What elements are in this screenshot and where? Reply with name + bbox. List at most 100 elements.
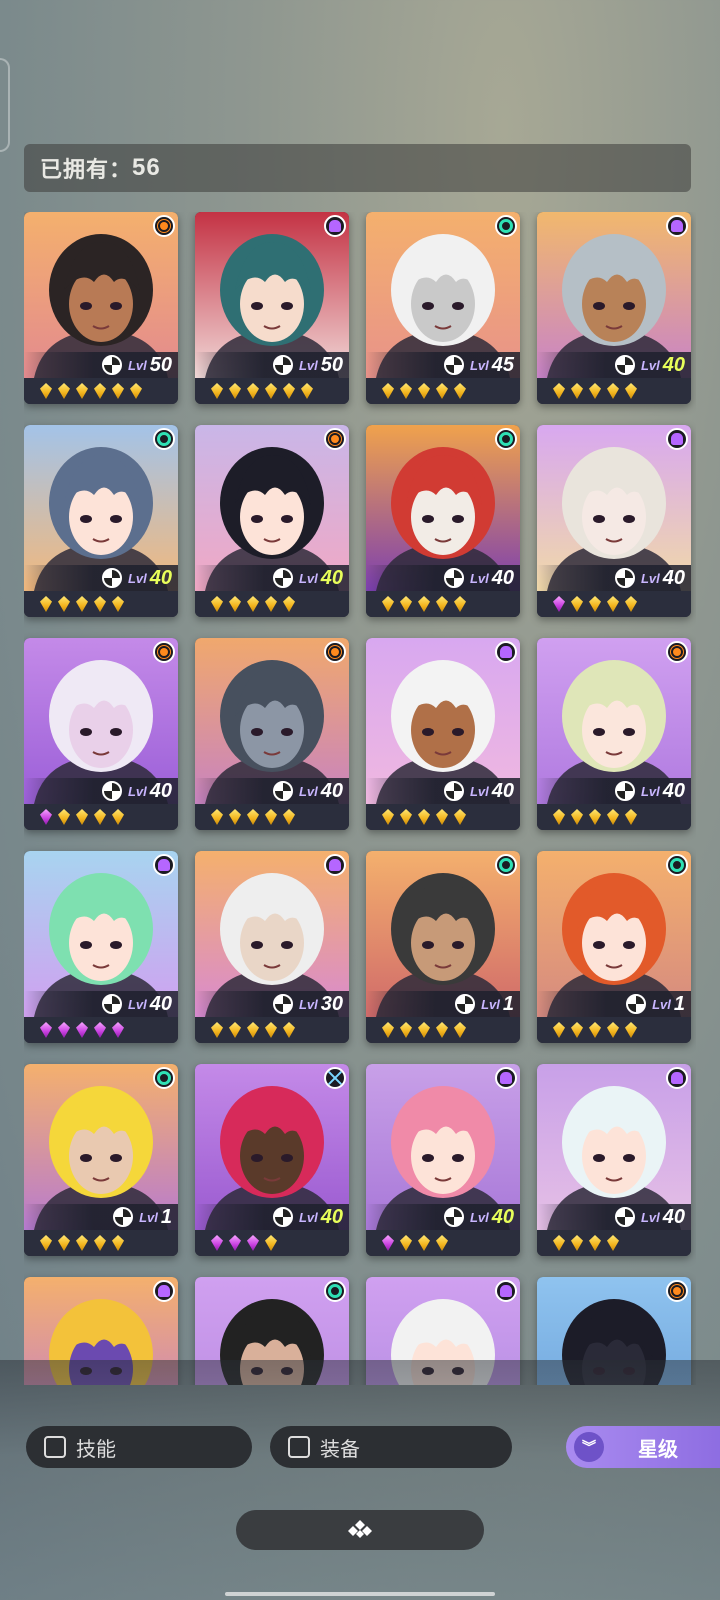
purple-star-gem-icon (58, 1022, 70, 1038)
gold-star-gem-icon (553, 1022, 565, 1038)
level-bar: Lvl 1 (24, 1204, 178, 1230)
owned-label: 已拥有： (40, 157, 133, 182)
class-icon (443, 781, 464, 801)
spiral-faction-icon (495, 215, 517, 237)
hero-card[interactable]: Lvl 50 (195, 212, 349, 404)
hero-card[interactable]: Lvl 40 (537, 425, 691, 617)
side-panel-handle[interactable] (0, 58, 10, 152)
purple-star-gem-icon (382, 1235, 394, 1251)
hero-card[interactable]: Lvl 40 (24, 425, 178, 617)
hero-card[interactable]: Lvl 1 (537, 851, 691, 1043)
hero-card[interactable]: Lvl 40 (537, 638, 691, 830)
hero-card[interactable]: Lvl 1 (24, 1064, 178, 1256)
gold-star-gem-icon (301, 383, 313, 399)
hero-card[interactable]: Lvl 40 (24, 638, 178, 830)
spiral-faction-icon (153, 428, 175, 450)
gold-star-gem-icon (247, 383, 259, 399)
class-icon (113, 1207, 134, 1227)
gold-star-gem-icon (130, 383, 142, 399)
star-rating (366, 1230, 520, 1256)
mystic-faction-icon (666, 1067, 688, 1089)
hero-card[interactable]: Lvl 40 (366, 1064, 520, 1256)
mystic-faction-icon (153, 854, 175, 876)
star-rating (24, 804, 178, 830)
void-faction-icon (324, 1067, 346, 1089)
hero-card[interactable]: Lvl 1 (366, 851, 520, 1043)
gold-star-gem-icon (265, 596, 277, 612)
star-rating (366, 1017, 520, 1043)
checkbox-icon[interactable] (44, 1436, 66, 1458)
hero-grid-viewport[interactable]: Lvl 50 Lvl 50 Lvl 45 Lvl 40 Lvl 40 Lvl 40 Lvl 40 Lvl 40… (24, 212, 696, 1385)
star-rating (24, 378, 178, 404)
gold-star-gem-icon (589, 809, 601, 825)
hero-card[interactable]: Lvl 30 (195, 851, 349, 1043)
hero-card[interactable]: Lvl 40 (195, 425, 349, 617)
hero-card[interactable]: Lvl 40 (366, 425, 520, 617)
level-prefix: Lvl (298, 996, 318, 1012)
level-value: 40 (320, 566, 343, 589)
mystic-faction-icon (153, 1280, 175, 1302)
gold-star-gem-icon (58, 809, 70, 825)
purple-star-gem-icon (247, 1235, 259, 1251)
hero-card[interactable]: Lvl 40 (195, 1064, 349, 1256)
class-icon (101, 994, 122, 1014)
gold-star-gem-icon (418, 1022, 430, 1038)
equipment-filter-toggle[interactable]: 装备 (270, 1426, 512, 1468)
level-bar: Lvl 45 (366, 352, 520, 378)
gold-star-gem-icon (589, 1022, 601, 1038)
spiral-faction-icon (495, 854, 517, 876)
class-icon (272, 994, 293, 1014)
checkbox-icon[interactable] (288, 1436, 310, 1458)
gold-star-gem-icon (283, 596, 295, 612)
hero-card[interactable]: Lvl 40 (24, 851, 178, 1043)
level-prefix: Lvl (469, 570, 489, 586)
gold-star-gem-icon (382, 596, 394, 612)
level-prefix: Lvl (127, 783, 147, 799)
spiral-faction-icon (153, 1067, 175, 1089)
class-icon (443, 1207, 464, 1227)
gold-star-gem-icon (229, 596, 241, 612)
level-prefix: Lvl (481, 996, 500, 1012)
hero-card[interactable]: Lvl 40 (537, 1064, 691, 1256)
class-icon (455, 994, 476, 1014)
gold-star-gem-icon (76, 596, 88, 612)
level-prefix: Lvl (127, 357, 147, 373)
mystic-faction-icon (324, 854, 346, 876)
level-bar: Lvl 30 (195, 991, 349, 1017)
star-rating (366, 804, 520, 830)
level-prefix: Lvl (640, 357, 660, 373)
gold-star-gem-icon (571, 809, 583, 825)
gold-star-gem-icon (436, 383, 448, 399)
gold-star-gem-icon (436, 596, 448, 612)
hero-card[interactable]: Lvl 40 (195, 638, 349, 830)
hero-card[interactable]: Lvl 40 (366, 638, 520, 830)
hero-card[interactable]: Lvl 45 (366, 212, 520, 404)
gold-star-gem-icon (247, 1022, 259, 1038)
sort-by-star-button[interactable]: ︾ 星级 (566, 1426, 720, 1468)
star-rating (537, 1017, 691, 1043)
level-prefix: Lvl (298, 1209, 318, 1225)
home-indicator[interactable] (225, 1592, 495, 1596)
hero-card[interactable]: Lvl 50 (24, 212, 178, 404)
gold-star-gem-icon (265, 1022, 277, 1038)
hero-card[interactable]: Lvl 40 (537, 212, 691, 404)
skill-filter-toggle[interactable]: 技能 (26, 1426, 252, 1468)
gold-star-gem-icon (454, 383, 466, 399)
gold-star-gem-icon (382, 1022, 394, 1038)
level-prefix: Lvl (640, 1209, 660, 1225)
level-value: 40 (491, 779, 514, 802)
level-bar: Lvl 50 (195, 352, 349, 378)
level-prefix: Lvl (127, 996, 147, 1012)
level-bar: Lvl 40 (24, 778, 178, 804)
purple-star-gem-icon (76, 1022, 88, 1038)
gold-star-gem-icon (418, 809, 430, 825)
purple-star-gem-icon (211, 1235, 223, 1251)
collapse-panel-button[interactable] (236, 1510, 484, 1550)
gold-star-gem-icon (283, 809, 295, 825)
gold-star-gem-icon (454, 1022, 466, 1038)
gold-star-gem-icon (400, 1235, 412, 1251)
gold-star-gem-icon (247, 596, 259, 612)
class-icon (272, 355, 293, 375)
level-prefix: Lvl (640, 570, 660, 586)
level-bar: Lvl 40 (24, 565, 178, 591)
